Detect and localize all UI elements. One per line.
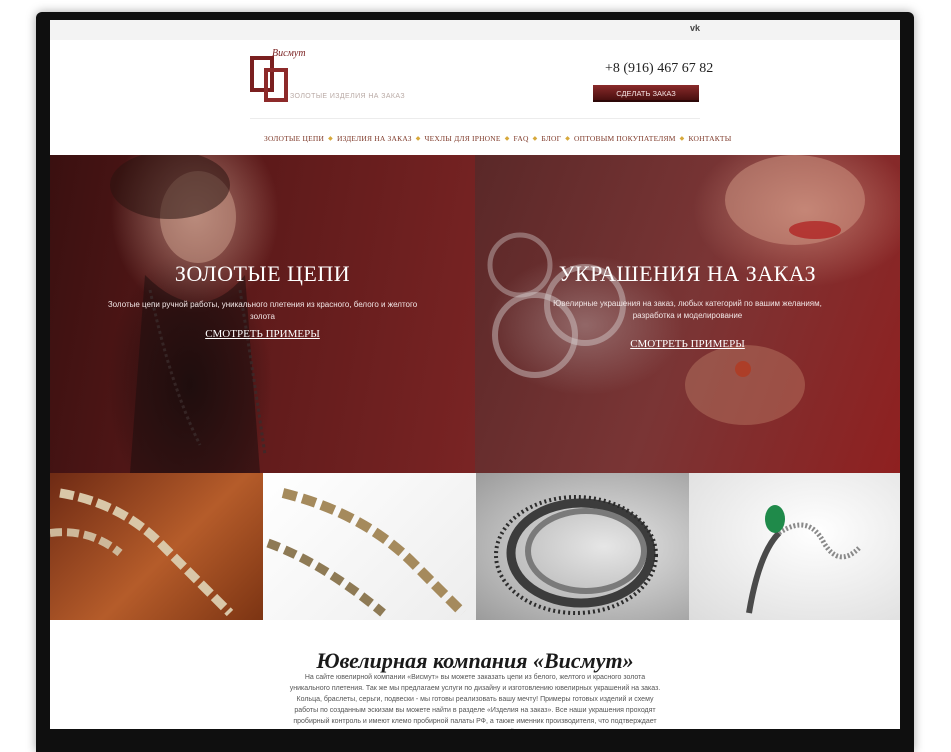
browser-viewport: vk Висмут ЗОЛОТЫЕ ИЗДЕЛИЯ НА ЗАКАЗ +8 (9… [50, 20, 900, 729]
hero-link-left[interactable]: СМОТРЕТЬ ПРИМЕРЫ [50, 328, 475, 340]
chain-image [266, 488, 467, 617]
nav-item-iphone-cases[interactable]: ЧЕХЛЫ ДЛЯ IPHONE [425, 134, 501, 143]
ring-image [746, 505, 861, 614]
nav-separator-icon: ◆ [532, 135, 538, 142]
about-title: Ювелирная компания «Висмут» [316, 648, 634, 673]
header-divider [250, 118, 700, 119]
hero-title-right: УКРАШЕНИЯ НА ЗАКАЗ [558, 261, 817, 286]
hero-panel-gold-chains[interactable]: ЗОЛОТЫЕ ЦЕПИ Золотые цепи ручной работы,… [50, 155, 475, 473]
logo-script: Висмут [272, 48, 306, 59]
nav-item-wholesale[interactable]: ОПТОВЫМ ПОКУПАТЕЛЯМ [574, 134, 676, 143]
hero-title-left: ЗОЛОТЫЕ ЦЕПИ [174, 261, 351, 286]
hero-link-right[interactable]: СМОТРЕТЬ ПРИМЕРЫ [475, 338, 900, 350]
phone-number[interactable]: +8 (916) 467 67 82 [605, 61, 713, 77]
top-bar: vk [50, 20, 900, 40]
nav-separator-icon: ◆ [415, 135, 421, 142]
logo-icon[interactable] [250, 54, 290, 104]
site-tagline: ЗОЛОТЫЕ ИЗДЕЛИЯ НА ЗАКАЗ [290, 93, 405, 100]
hero-desc-left: Золотые цепи ручной работы, уникального … [107, 300, 418, 321]
hero-section: ЗОЛОТЫЕ ЦЕПИ Золотые цепи ручной работы,… [50, 155, 900, 473]
photo-gold-chain-1[interactable] [50, 473, 263, 620]
photo-silver-ring[interactable] [476, 473, 689, 620]
about-text: На сайте ювелирной компании «Висмут» вы … [289, 674, 661, 725]
main-nav: ЗОЛОТЫЕ ЦЕПИ ◆ ИЗДЕЛИЯ НА ЗАКАЗ ◆ ЧЕХЛЫ … [264, 131, 731, 145]
nav-separator-icon: ◆ [504, 135, 510, 142]
ring-image [494, 495, 658, 615]
nav-separator-icon: ◆ [565, 135, 571, 142]
photo-gold-chain-2[interactable] [263, 473, 476, 620]
nav-item-custom-items[interactable]: ИЗДЕЛИЯ НА ЗАКАЗ [337, 134, 412, 143]
nav-item-contacts[interactable]: КОНТАКТЫ [688, 134, 731, 143]
order-button[interactable]: СДЕЛАТЬ ЗАКАЗ [593, 85, 699, 102]
hero-desc-right: Ювелирные украшения на заказ, любых кате… [553, 299, 822, 320]
nav-item-faq[interactable]: FAQ [514, 134, 529, 143]
nav-item-gold-chains[interactable]: ЗОЛОТЫЕ ЦЕПИ [264, 134, 324, 143]
nav-item-blog[interactable]: БЛОГ [541, 134, 561, 143]
nav-separator-icon: ◆ [328, 135, 333, 142]
hero-panel-custom-jewelry[interactable]: УКРАШЕНИЯ НА ЗАКАЗ Ювелирные украшения н… [475, 155, 900, 473]
vk-icon[interactable]: vk [690, 23, 700, 33]
chain-image [50, 488, 234, 617]
photo-emerald-ring[interactable] [689, 473, 900, 620]
nav-separator-icon: ◆ [679, 135, 685, 142]
